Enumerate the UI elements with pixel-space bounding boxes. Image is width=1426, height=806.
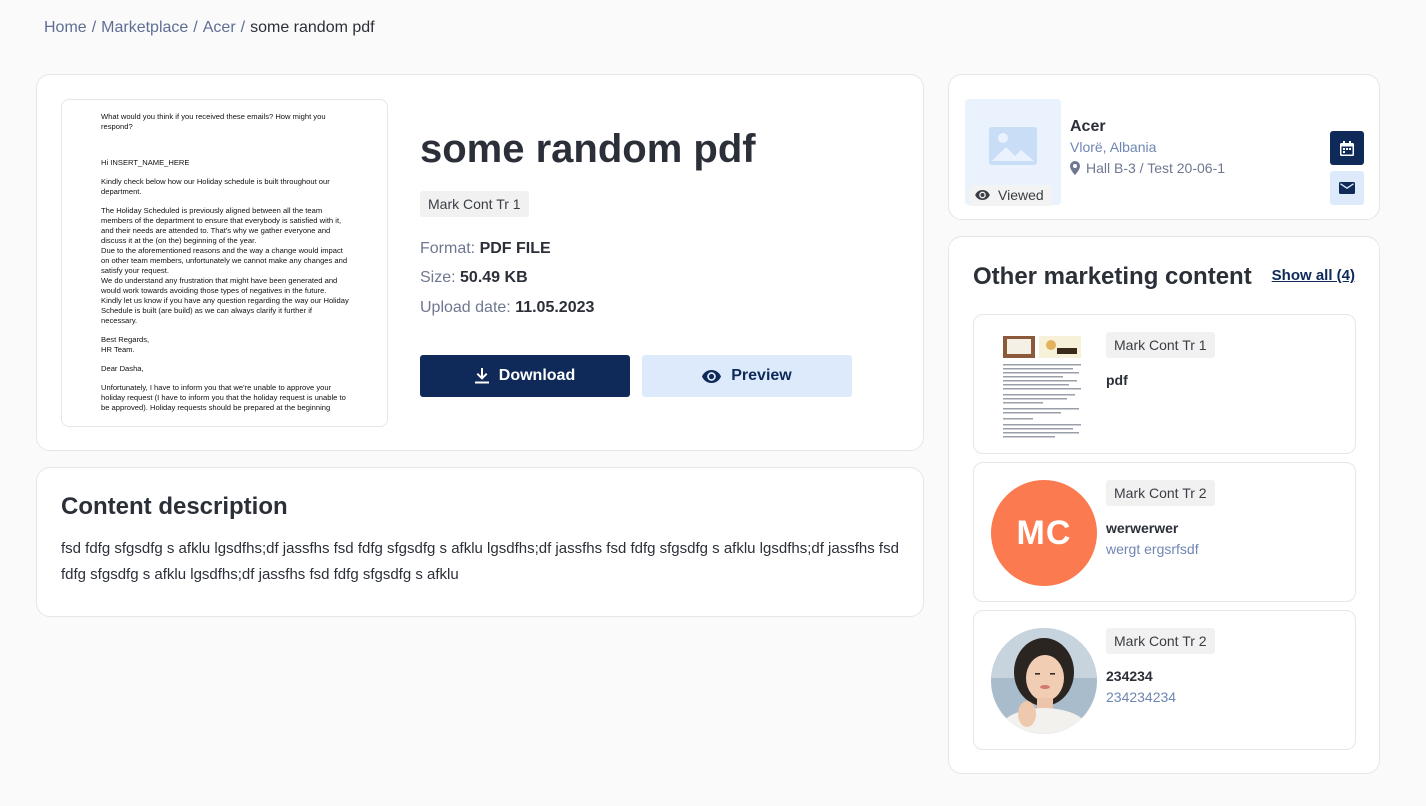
list-item[interactable]: Mark Cont Tr 1 pdf: [973, 314, 1356, 454]
mail-button[interactable]: [1330, 171, 1364, 205]
pdf-preview-thumbnail[interactable]: What would you think if you received the…: [61, 99, 388, 427]
breadcrumb: Home / Marketplace / Acer / some random pdf: [44, 19, 375, 37]
pdf-text: What would you think if you received the…: [101, 112, 326, 131]
pdf-text: HR Team.: [101, 345, 135, 354]
upload-date-meta: Upload date: 11.05.2023: [420, 299, 594, 317]
breadcrumb-home[interactable]: Home: [44, 19, 87, 36]
vendor-card: Viewed Acer Vlorë, Albania Hall B-3 / Te…: [948, 74, 1380, 220]
vendor-location: Vlorë, Albania: [1070, 139, 1157, 155]
pdf-text: Kindly check below how our Holiday sched…: [101, 177, 330, 196]
download-label: Download: [498, 367, 576, 384]
format-meta: Format: PDF FILE: [420, 240, 551, 258]
breadcrumb-marketplace[interactable]: Marketplace: [101, 19, 188, 36]
pdf-text: Due to the aforementioned reasons and th…: [101, 246, 348, 275]
category-tag: Mark Cont Tr 1: [420, 191, 529, 217]
breadcrumb-separator: /: [91, 19, 97, 36]
other-marketing-content-card: Other marketing content Show all (4) Mar…: [948, 236, 1380, 774]
size-value: 50.49 KB: [460, 269, 528, 286]
upload-date-value: 11.05.2023: [515, 299, 595, 316]
document-card: What would you think if you received the…: [36, 74, 924, 451]
download-icon: [474, 368, 489, 384]
calendar-button[interactable]: [1330, 131, 1364, 165]
show-all-link[interactable]: Show all (4): [1272, 267, 1355, 284]
vendor-name[interactable]: Acer: [1070, 118, 1106, 136]
breadcrumb-separator: /: [193, 19, 198, 36]
pdf-page-image: [1003, 336, 1081, 438]
upload-date-label: Upload date:: [420, 299, 511, 316]
description-title: Content description: [61, 493, 288, 520]
preview-label: Preview: [731, 367, 792, 384]
other-content-title: Other marketing content: [973, 263, 1252, 290]
item-tag: Mark Cont Tr 1: [1106, 332, 1215, 358]
pdf-text: We do understand any frustration that mi…: [101, 276, 338, 295]
pdf-text: Hi INSERT_NAME_HERE: [101, 158, 190, 167]
item-name: pdf: [1106, 372, 1128, 388]
item-tag: Mark Cont Tr 2: [1106, 480, 1215, 506]
item-subtitle: wergt ergsrfsdf: [1106, 541, 1199, 557]
page-title: some random pdf: [420, 127, 756, 171]
eye-icon: [975, 190, 990, 200]
list-item[interactable]: Mark Cont Tr 2 234234 234234234: [973, 610, 1356, 750]
eye-icon: [702, 369, 722, 383]
breadcrumb-separator: /: [240, 19, 246, 36]
pdf-text: Dear Dasha,: [101, 364, 144, 373]
avatar: MC: [991, 480, 1097, 586]
avatar: [991, 628, 1097, 734]
item-name: 234234: [1106, 668, 1153, 684]
preview-button[interactable]: Preview: [642, 355, 852, 397]
size-meta: Size: 50.49 KB: [420, 269, 528, 287]
format-value: PDF FILE: [479, 240, 551, 257]
vendor-hall: Hall B-3 / Test 20-06-1: [1070, 160, 1225, 176]
item-tag: Mark Cont Tr 2: [1106, 628, 1215, 654]
breadcrumb-acer[interactable]: Acer: [203, 19, 236, 36]
pdf-text: Best Regards,: [101, 335, 150, 344]
viewed-label: Viewed: [998, 187, 1044, 203]
description-text: fsd fdfg sfgsdfg s afklu lgsdfhs;df jass…: [61, 540, 899, 583]
format-label: Format:: [420, 240, 476, 257]
item-name: werwerwer: [1106, 520, 1179, 536]
viewed-badge: Viewed: [969, 185, 1052, 206]
content-description-card: Content description fsd fdfg sfgsdfg s a…: [36, 467, 924, 617]
size-label: Size:: [420, 269, 456, 286]
vendor-hall-label: Hall B-3 / Test 20-06-1: [1086, 160, 1226, 176]
pdf-text: Unfortunately, I have to inform you that…: [101, 383, 346, 412]
breadcrumb-current: some random pdf: [250, 19, 375, 36]
image-placeholder-icon: [989, 127, 1037, 165]
mail-icon: [1339, 182, 1355, 194]
avatar-photo: [991, 628, 1097, 734]
location-pin-icon: [1070, 161, 1080, 175]
item-subtitle: 234234234: [1106, 689, 1177, 705]
download-button[interactable]: Download: [420, 355, 630, 397]
pdf-text: The Holiday Scheduled is previously alig…: [101, 206, 342, 245]
pdf-text: Kindly let us know if you have any quest…: [101, 296, 349, 325]
list-item[interactable]: MC Mark Cont Tr 2 werwerwer wergt ergsrf…: [973, 462, 1356, 602]
pdf-thumbnail: [1001, 332, 1085, 442]
calendar-icon: [1340, 140, 1354, 156]
